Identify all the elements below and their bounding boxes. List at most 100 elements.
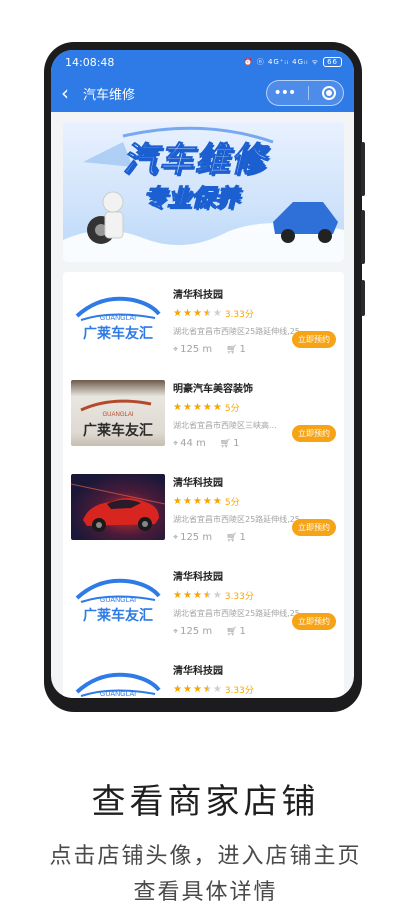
distance: ⌖ 125 m bbox=[173, 344, 212, 355]
star-half-icon: ★ bbox=[202, 683, 212, 695]
shop-avatar[interactable]: GUANGLAI广莱车友汇 bbox=[71, 662, 165, 698]
shop-avatar[interactable] bbox=[71, 474, 165, 540]
more-dots-icon[interactable]: ••• bbox=[274, 85, 297, 101]
shop-avatar[interactable]: GUANGLAI 广莱车友汇 bbox=[71, 568, 165, 634]
star-icon: ★ bbox=[212, 589, 222, 601]
shop-list-item[interactable]: GUANGLAI 广莱车友汇 明豪汽车美容装饰 ★ ★ ★ ★ ★ 5分 湖北省宜昌市西陵区三峡高… bbox=[63, 366, 344, 460]
banner-subtitle: 专业保养 bbox=[143, 184, 240, 213]
logo-chinese: 广莱车友汇 bbox=[83, 325, 153, 342]
star-icon: ★ bbox=[182, 495, 192, 507]
phone-side-button bbox=[361, 142, 365, 196]
shop-rating: ★ ★ ★ ★ ★ 5分 bbox=[173, 495, 336, 508]
shop-avatar[interactable]: GUANGLAI 广莱车友汇 bbox=[71, 380, 165, 446]
shop-score: 3.33分 bbox=[224, 310, 254, 320]
cart-value: 1 bbox=[233, 438, 240, 449]
star-icon: ★ bbox=[212, 307, 222, 319]
distance-value: 125 m bbox=[180, 532, 213, 543]
shop-avatar[interactable]: GUANGLAI广莱车友汇 bbox=[71, 286, 165, 352]
shop-rating: ★ ★ ★ ★ ★ 3.33分 bbox=[173, 589, 336, 602]
star-icon: ★ bbox=[192, 401, 202, 413]
capsule-divider bbox=[308, 86, 310, 100]
shop-score: 3.33分 bbox=[224, 686, 254, 696]
page-title: 汽车维修 bbox=[83, 87, 136, 103]
star-icon: ★ bbox=[202, 401, 212, 413]
star-icon: ★ bbox=[192, 307, 202, 319]
shop-list-item[interactable]: 清华科技园 ★ ★ ★ ★ ★ 5分 湖北省宜昌市西陵区25路延伸线,25... ⌖ 125 m 🛒… bbox=[63, 460, 344, 554]
cart-count: 🛒︎ 1 bbox=[226, 532, 246, 543]
cart-value: 1 bbox=[239, 532, 246, 543]
shop-name: 清华科技园 bbox=[173, 572, 223, 583]
shop-list-item[interactable]: GUANGLAI广莱车友汇清华科技园 ★★★★★3.33分 bbox=[63, 648, 344, 698]
star-icon: ★ bbox=[182, 589, 192, 601]
cart-icon: 🛒︎ bbox=[226, 344, 238, 355]
cart-value: 1 bbox=[239, 344, 246, 355]
shop-rating: ★ ★ ★ ★ ★ 5分 bbox=[173, 401, 336, 414]
shop-name: 清华科技园 bbox=[173, 666, 223, 677]
cart-count: 🛒︎ 1 bbox=[226, 344, 246, 355]
shop-name: 清华科技园 bbox=[173, 290, 223, 301]
shop-info: 清华科技园 ★ ★ ★ ★ ★ 3.33分 湖北省宜昌市西陵区25路延伸线,25... ⌖ 125… bbox=[165, 284, 336, 356]
shop-list-item[interactable]: GUANGLAI 广莱车友汇 清华科技园 ★ ★ ★ ★ ★ 3.33分 湖北省宜昌市西陵区25路… bbox=[63, 554, 344, 648]
logo-chinese: 广莱车友汇 bbox=[83, 607, 153, 624]
shop-list: GUANGLAI 广莱车友汇 清华科技园 ★ ★ ★ ★ ★ 3.33分 湖北省宜昌市西陵区25路… bbox=[63, 272, 344, 698]
logo-latin: GUANGLAI bbox=[100, 597, 136, 604]
status-time: 14:08:48 bbox=[65, 55, 115, 69]
shop-score: 3.33分 bbox=[224, 592, 254, 602]
star-icon: ★ bbox=[182, 401, 192, 413]
logo-latin: GUANGLAI bbox=[102, 412, 133, 418]
star-half-icon: ★ bbox=[202, 589, 212, 601]
star-icon: ★ bbox=[212, 401, 222, 413]
reserve-button[interactable]: 立即预约 bbox=[292, 613, 336, 630]
logo-latin: GUANGLAI bbox=[100, 691, 136, 698]
caption-line-1: 点击店铺头像，进入店铺主页 bbox=[49, 844, 362, 869]
signal-icons: ⏰ ⓝ 4G⁺ᵢₗ 4Gᵢₗ ᯤ bbox=[243, 58, 320, 66]
back-arrow-icon[interactable]: ‹ bbox=[61, 81, 83, 105]
reserve-button[interactable]: 立即预约 bbox=[292, 519, 336, 536]
nav-bar: ‹ 汽车维修 ••• bbox=[51, 74, 354, 112]
phone-side-button bbox=[361, 280, 365, 316]
shop-info: 清华科技园 ★ ★ ★ ★ ★ 3.33分 bbox=[165, 660, 336, 698]
close-target-icon[interactable] bbox=[322, 86, 337, 100]
star-icon: ★ bbox=[202, 495, 212, 507]
status-icons: ⏰ ⓝ 4G⁺ᵢₗ 4Gᵢₗ ᯤ 66 bbox=[244, 57, 342, 67]
star-icon: ★ bbox=[173, 307, 182, 319]
shop-list-item[interactable]: GUANGLAI 广莱车友汇 清华科技园 ★ ★ ★ ★ ★ 3.33分 湖北省宜昌市西陵区25路… bbox=[63, 272, 344, 366]
star-icon: ★ bbox=[182, 683, 192, 695]
promo-banner[interactable]: 汽车维修 专业保养 bbox=[63, 122, 344, 262]
distance: ⌖ 125 m bbox=[173, 626, 212, 637]
reserve-button[interactable]: 立即预约 bbox=[292, 331, 336, 348]
shop-rating: ★ ★ ★ ★ ★ 3.33分 bbox=[173, 683, 336, 696]
star-icon: ★ bbox=[212, 683, 222, 695]
location-pin-icon: ⌖ bbox=[173, 626, 179, 637]
distance-value: 44 m bbox=[180, 438, 206, 449]
star-icon: ★ bbox=[173, 495, 182, 507]
star-icon: ★ bbox=[173, 589, 182, 601]
distance-value: 125 m bbox=[180, 626, 213, 637]
status-bar: 14:08:48 ⏰ ⓝ 4G⁺ᵢₗ 4Gᵢₗ ᯤ 66 bbox=[51, 50, 354, 74]
shop-info: 清华科技园 ★ ★ ★ ★ ★ 3.33分 湖北省宜昌市西陵区25路延伸线,25... ⌖ 125… bbox=[165, 566, 336, 638]
location-pin-icon: ⌖ bbox=[173, 532, 179, 543]
distance: ⌖ 125 m bbox=[173, 532, 212, 543]
star-half-icon: ★ bbox=[202, 307, 212, 319]
shop-info: 清华科技园 ★ ★ ★ ★ ★ 5分 湖北省宜昌市西陵区25路延伸线,25... ⌖ 125 m 🛒… bbox=[165, 472, 336, 544]
location-pin-icon: ⌖ bbox=[173, 344, 179, 355]
location-pin-icon: ⌖ bbox=[173, 438, 179, 449]
banner-title: 汽车维修 bbox=[123, 140, 267, 181]
logo-chinese: 广莱车友汇 bbox=[83, 422, 153, 439]
cart-icon: 🛒︎ bbox=[219, 438, 232, 449]
cart-value: 1 bbox=[239, 626, 246, 637]
star-icon: ★ bbox=[192, 495, 202, 507]
distance-value: 125 m bbox=[180, 344, 213, 355]
distance: ⌖ 44 m bbox=[173, 438, 206, 449]
star-icon: ★ bbox=[173, 401, 182, 413]
reserve-button[interactable]: 立即预约 bbox=[292, 425, 336, 442]
caption-line-2: 查看具体详情 bbox=[133, 880, 278, 905]
shop-rating: ★ ★ ★ ★ ★ 3.33分 bbox=[173, 307, 336, 320]
shop-score: 5分 bbox=[224, 404, 240, 414]
cart-icon: 🛒︎ bbox=[226, 626, 238, 637]
star-icon: ★ bbox=[212, 495, 222, 507]
star-icon: ★ bbox=[192, 683, 202, 695]
cart-count: 🛒︎ 1 bbox=[226, 626, 246, 637]
shop-info: 明豪汽车美容装饰 ★ ★ ★ ★ ★ 5分 湖北省宜昌市西陵区三峡高... ⌖ 44 m 🛒︎ 1 立即… bbox=[165, 378, 336, 450]
shop-name: 清华科技园 bbox=[173, 478, 223, 489]
